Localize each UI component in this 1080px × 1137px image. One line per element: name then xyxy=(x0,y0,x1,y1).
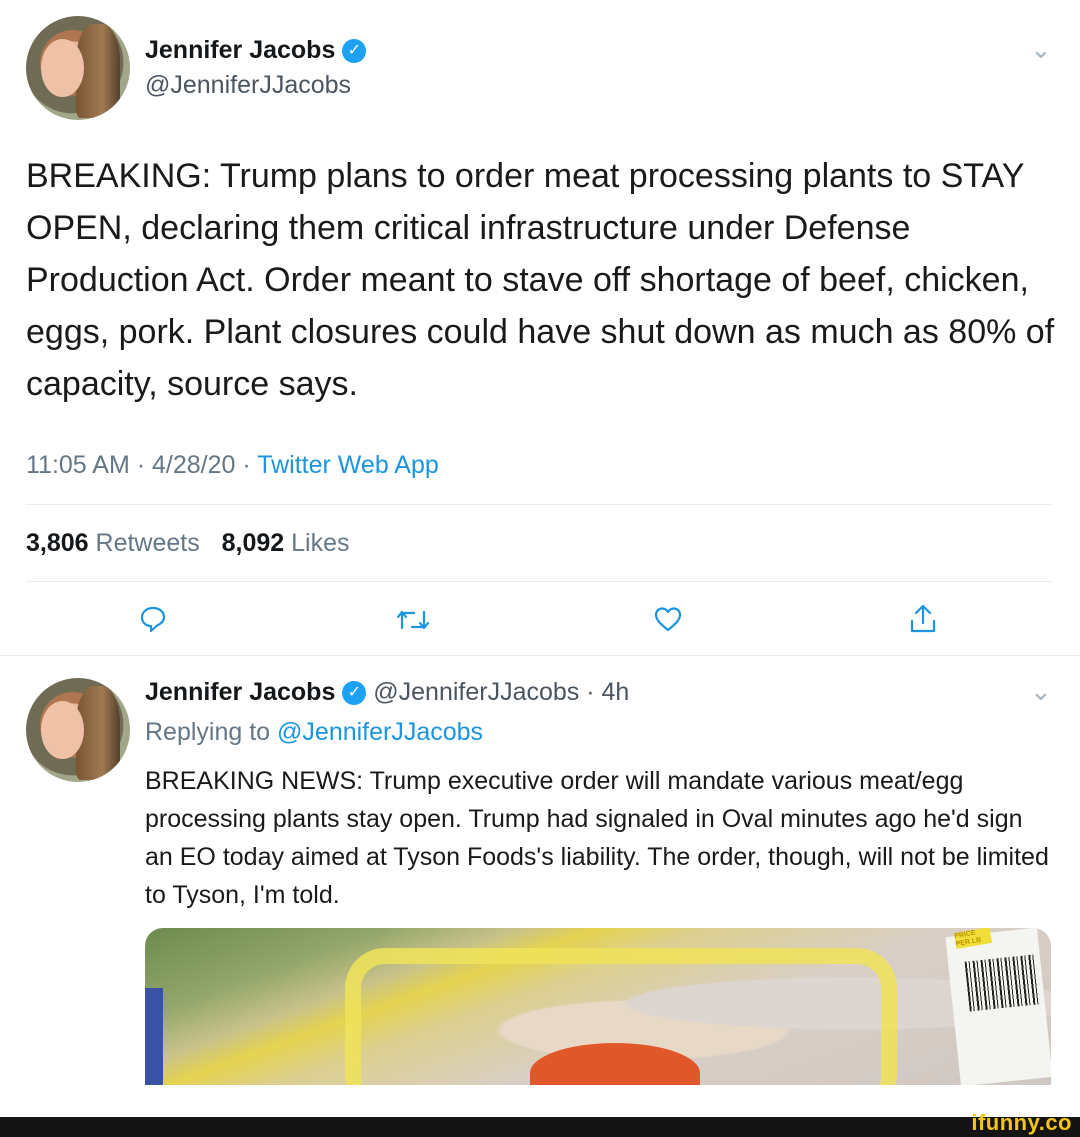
tweet-source[interactable]: Twitter Web App xyxy=(257,451,439,479)
reply-author-avatar[interactable] xyxy=(26,678,130,782)
replying-to-handle[interactable]: @JenniferJJacobs xyxy=(277,718,483,746)
divider xyxy=(26,581,1052,582)
watermark-logo: ifunny.co xyxy=(971,1110,1072,1135)
verified-check-icon: ✓ xyxy=(342,39,367,64)
reply-icon[interactable] xyxy=(138,604,168,634)
tweet-date[interactable]: 4/28/20 xyxy=(152,451,235,479)
retweets-stat[interactable]: 3,806 Retweets xyxy=(26,529,207,557)
likes-label: Likes xyxy=(291,529,350,557)
divider xyxy=(26,504,1052,505)
share-icon[interactable] xyxy=(908,603,938,635)
tweet-stats: 3,806 Retweets 8,092 Likes xyxy=(26,528,350,558)
author-avatar[interactable] xyxy=(26,16,130,120)
likes-stat[interactable]: 8,092 Likes xyxy=(222,529,350,557)
author-name[interactable]: Jennifer Jacobs xyxy=(145,36,335,64)
replying-to: Replying to @JenniferJJacobs xyxy=(145,716,483,748)
author-name-row[interactable]: Jennifer Jacobs ✓ xyxy=(145,34,367,66)
reply-header: Jennifer Jacobs ✓ @JenniferJJacobs · 4h xyxy=(145,678,630,706)
footer-bar xyxy=(0,1117,1080,1137)
reply-author-name[interactable]: Jennifer Jacobs xyxy=(145,678,335,706)
retweet-icon[interactable] xyxy=(396,606,430,634)
reply-age[interactable]: 4h xyxy=(602,678,630,706)
author-handle[interactable]: @JenniferJJacobs xyxy=(145,70,351,100)
retweets-label: Retweets xyxy=(95,529,200,557)
reply-author-handle[interactable]: @JenniferJJacobs xyxy=(373,678,579,706)
verified-check-icon: ✓ xyxy=(342,681,367,706)
replying-to-label: Replying to xyxy=(145,718,271,746)
divider xyxy=(0,655,1080,656)
chevron-down-icon[interactable]: ⌄ xyxy=(1030,676,1052,707)
tweet-media-photo[interactable]: PRICE PER LB xyxy=(145,928,1051,1085)
tweet-meta: 11:05 AM · 4/28/20 · Twitter Web App xyxy=(26,451,439,479)
chevron-down-icon[interactable]: ⌄ xyxy=(1030,34,1052,65)
tweet-time[interactable]: 11:05 AM xyxy=(26,451,130,479)
heart-icon[interactable] xyxy=(653,605,683,633)
retweets-count: 3,806 xyxy=(26,529,89,557)
likes-count: 8,092 xyxy=(221,529,285,557)
reply-text: BREAKING NEWS: Trump executive order wil… xyxy=(145,767,1049,909)
tweet-text: BREAKING: Trump plans to order meat proc… xyxy=(26,157,1055,403)
